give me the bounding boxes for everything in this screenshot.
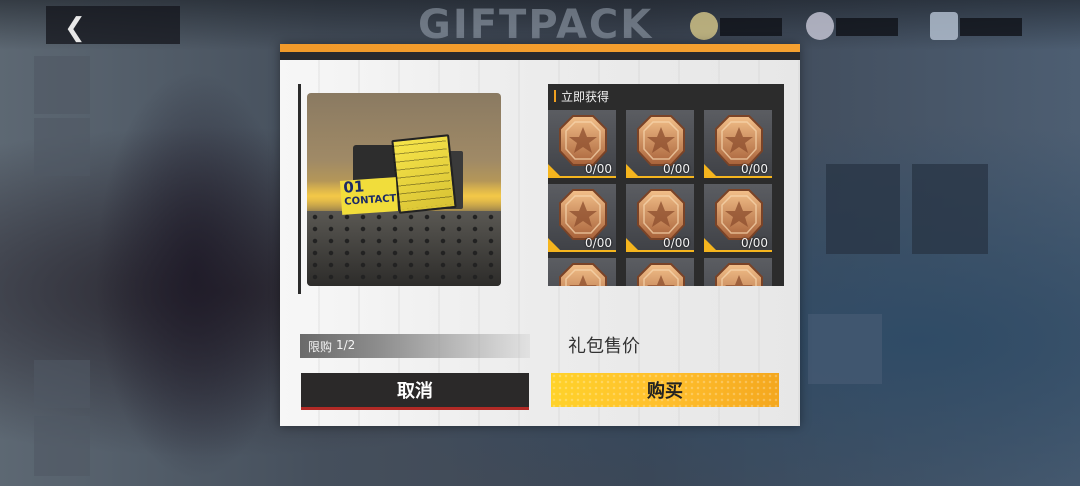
shop-card-2[interactable] [912, 164, 988, 254]
reward-count: 0/00 [741, 236, 768, 250]
rewards-header-accent [554, 90, 556, 102]
page-title: GIFTPACK [418, 2, 654, 48]
reward-count: 0/00 [585, 236, 612, 250]
preview-card-stripes [391, 134, 453, 210]
tile-corner [548, 238, 562, 252]
back-button[interactable]: ❮ [46, 6, 180, 44]
ticket-icon [930, 12, 958, 40]
limit-label: 限购 [308, 340, 333, 354]
shop-card-3[interactable] [808, 314, 882, 384]
bronze-medal-icon [559, 189, 607, 240]
character-art [95, 70, 295, 480]
gem-icon [806, 12, 834, 40]
cancel-button[interactable]: 取消 [301, 373, 529, 410]
cancel-button-label: 取消 [397, 381, 433, 402]
reward-count: 0/00 [663, 236, 690, 250]
bronze-medal-icon [637, 189, 685, 240]
giftpack-preview-image: 01 CONTACT [307, 93, 501, 286]
bronze-medal-icon [715, 189, 763, 240]
coin-icon [690, 12, 718, 40]
bronze-medal-icon [559, 263, 607, 286]
dialog-header-strip [280, 52, 800, 60]
reward-item[interactable]: 0/00 [704, 184, 772, 252]
reward-count: 0/00 [741, 162, 768, 176]
bronze-medal-icon [559, 115, 607, 166]
purchase-dialog: 01 CONTACT 立即获得 0/00 0/00 0/00 0/00 0/00 0/00… [280, 44, 800, 426]
bronze-medal-icon [637, 115, 685, 166]
reward-item[interactable]: 0/00 [626, 184, 694, 252]
preview-card-label: 01 CONTACT [339, 177, 399, 215]
rewards-panel: 立即获得 0/00 0/00 0/00 0/00 0/00 0/00 [548, 84, 784, 286]
side-tab-2[interactable] [34, 118, 90, 176]
rewards-header: 立即获得 [548, 84, 784, 108]
reward-item[interactable] [704, 258, 772, 286]
bronze-medal-icon [715, 263, 763, 286]
reward-item[interactable]: 0/00 [548, 110, 616, 178]
purchase-limit-bar: 限购 1/2 [300, 334, 530, 358]
chevron-left-icon: ❮ [64, 13, 86, 43]
tile-corner [704, 164, 718, 178]
card-number: 01 [342, 177, 365, 197]
side-tab-3[interactable] [34, 360, 90, 408]
rewards-title: 立即获得 [561, 90, 610, 104]
shop-card-1[interactable] [826, 164, 900, 254]
limit-value: 1/2 [336, 338, 356, 352]
tile-corner [704, 238, 718, 252]
reward-item[interactable] [626, 258, 694, 286]
buy-button[interactable]: 购买 [551, 373, 779, 407]
tile-corner [626, 164, 640, 178]
reward-item[interactable]: 0/00 [626, 110, 694, 178]
side-tab-4[interactable] [34, 416, 90, 476]
preview-floor [307, 211, 501, 286]
reward-item[interactable]: 0/00 [548, 184, 616, 252]
bronze-medal-icon [715, 115, 763, 166]
reward-count: 0/00 [585, 162, 612, 176]
reward-count: 0/00 [663, 162, 690, 176]
rewards-grid[interactable]: 0/00 0/00 0/00 0/00 0/00 0/00 [548, 108, 784, 286]
dialog-accent-bar [280, 44, 800, 52]
bronze-medal-icon [637, 263, 685, 286]
card-text: CONTACT [343, 193, 397, 208]
tile-corner [626, 238, 640, 252]
reward-item[interactable] [548, 258, 616, 286]
price-label: 礼包售价 [568, 336, 640, 357]
side-tab-1[interactable] [34, 56, 90, 114]
tile-corner [548, 164, 562, 178]
dialog-body: 01 CONTACT 立即获得 0/00 0/00 0/00 0/00 0/00 0/00… [280, 60, 800, 426]
buy-button-label: 购买 [647, 381, 683, 402]
reward-item[interactable]: 0/00 [704, 110, 772, 178]
